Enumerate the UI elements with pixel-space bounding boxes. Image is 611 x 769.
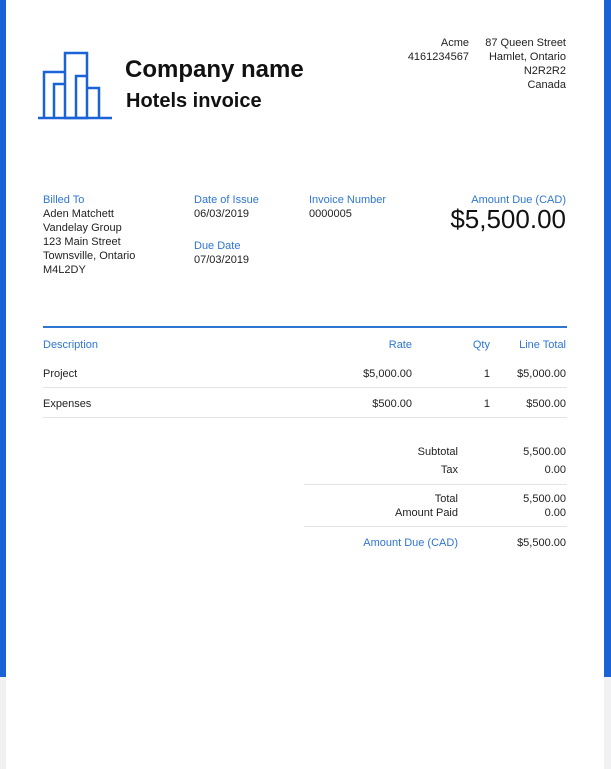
- address-line: N2R2R2: [523, 65, 566, 77]
- amount-due-total-label: Amount Due (CAD): [363, 537, 458, 549]
- billed-to-label: Billed To: [43, 194, 85, 206]
- row-qty: 1: [483, 398, 490, 410]
- address-line: Hamlet, Ontario: [488, 51, 566, 63]
- row-divider: [43, 417, 567, 418]
- due-date-label: Due Date: [194, 240, 241, 252]
- amount-paid-value: 0.00: [544, 507, 566, 519]
- row-description: Project: [43, 368, 78, 380]
- date-of-issue-label: Date of Issue: [194, 194, 259, 206]
- billed-to-line: Townsville, Ontario: [43, 250, 136, 262]
- invoice-title: Hotels invoice: [126, 90, 262, 112]
- building-logo-icon: [38, 51, 112, 120]
- tax-value: 0.00: [544, 464, 566, 476]
- sender-name: Acme: [440, 37, 469, 49]
- address-line: 87 Queen Street: [485, 37, 566, 49]
- amount-due-value: $5,500.00: [450, 204, 566, 234]
- invoice-number-label: Invoice Number: [309, 194, 387, 206]
- row-line-total: $500.00: [526, 398, 566, 410]
- row-divider: [43, 387, 567, 388]
- sender-contact: Acme 4161234567: [408, 36, 469, 64]
- invoice-sheet: Company name Hotels invoice Acme 4161234…: [6, 0, 604, 769]
- billed-to-line: Vandelay Group: [43, 222, 122, 234]
- table-top-rule: [43, 326, 567, 328]
- sender-phone: 4161234567: [407, 51, 469, 63]
- invoice-number-value: 0000005: [309, 208, 352, 220]
- date-of-issue-block: Date of Issue 06/03/2019: [194, 193, 259, 221]
- row-rate: $5,000.00: [363, 368, 412, 380]
- billed-to-line: 123 Main Street: [43, 236, 121, 248]
- row-line-total: $5,000.00: [517, 368, 566, 380]
- due-date-value: 07/03/2019: [194, 254, 250, 266]
- col-header-description: Description: [43, 339, 99, 351]
- totals-divider: [304, 526, 567, 527]
- invoice-number-block: Invoice Number 0000005: [309, 193, 386, 221]
- tax-label: Tax: [440, 464, 458, 476]
- amount-paid-label: Amount Paid: [395, 507, 458, 519]
- row-description: Expenses: [43, 398, 92, 410]
- billed-to-block: Billed To Aden Matchett Vandelay Group 1…: [43, 193, 135, 277]
- date-of-issue-value: 06/03/2019: [194, 208, 250, 220]
- total-label: Total: [434, 493, 458, 505]
- col-header-qty: Qty: [472, 339, 490, 351]
- sender-address: 87 Queen Street Hamlet, Ontario N2R2R2 C…: [485, 36, 566, 92]
- billed-to-line: M4L2DY: [43, 264, 86, 276]
- total-value: 5,500.00: [523, 493, 566, 505]
- row-qty: 1: [483, 368, 490, 380]
- totals-divider: [304, 484, 567, 485]
- due-date-block: Due Date 07/03/2019: [194, 239, 249, 267]
- company-name: Company name: [125, 56, 304, 83]
- row-rate: $500.00: [372, 398, 412, 410]
- address-line: Canada: [527, 79, 566, 91]
- billed-to-line: Aden Matchett: [43, 208, 114, 220]
- subtotal-label: Subtotal: [417, 446, 458, 458]
- amount-due-total-value: $5,500.00: [517, 537, 566, 549]
- col-header-rate: Rate: [388, 339, 412, 351]
- subtotal-value: 5,500.00: [523, 446, 566, 458]
- col-header-line-total: Line Total: [519, 339, 566, 351]
